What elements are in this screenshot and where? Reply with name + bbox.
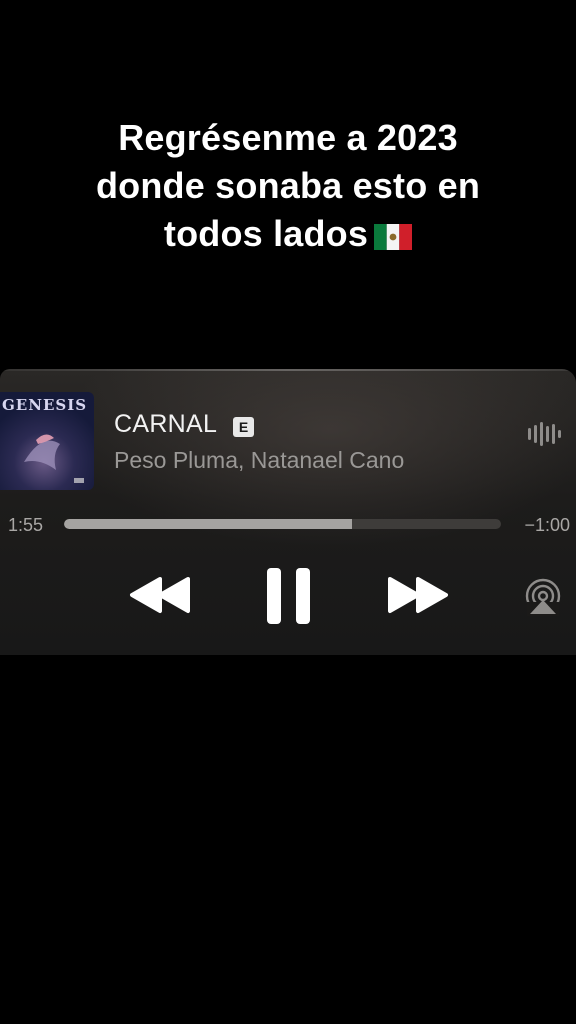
pause-button[interactable] [266,567,312,630]
mexico-flag-icon [374,214,413,262]
progress-fill [64,519,353,529]
caption-line-3-text: todos lados [163,213,369,254]
airplay-icon [523,578,563,620]
album-art[interactable]: GENESIS [0,392,94,490]
rewind-button[interactable] [128,575,192,620]
caption-line-2: donde sonaba esto en [95,165,481,206]
caption-line-3: todos lados [40,210,536,262]
airplay-button[interactable] [523,578,563,621]
fast-forward-button[interactable] [386,575,450,620]
progress-bar[interactable] [64,519,501,529]
pause-icon [266,568,312,629]
caption-line-1: Regrésenme a 2023 [118,117,458,158]
fast-forward-icon [386,577,450,619]
elapsed-time: 1:55 [8,515,44,535]
remaining-time: −1:00 [524,515,570,535]
artist-name: Peso Pluma, Natanael Cano [114,447,405,473]
waveform-icon[interactable] [527,422,563,451]
album-art-title: GENESIS [2,396,88,414]
caption-text: Regrésenme a 2023 donde sonaba esto en t… [40,114,536,262]
song-title: CARNAL [114,410,218,438]
explicit-badge: E [233,417,254,437]
rewind-icon [128,577,192,619]
